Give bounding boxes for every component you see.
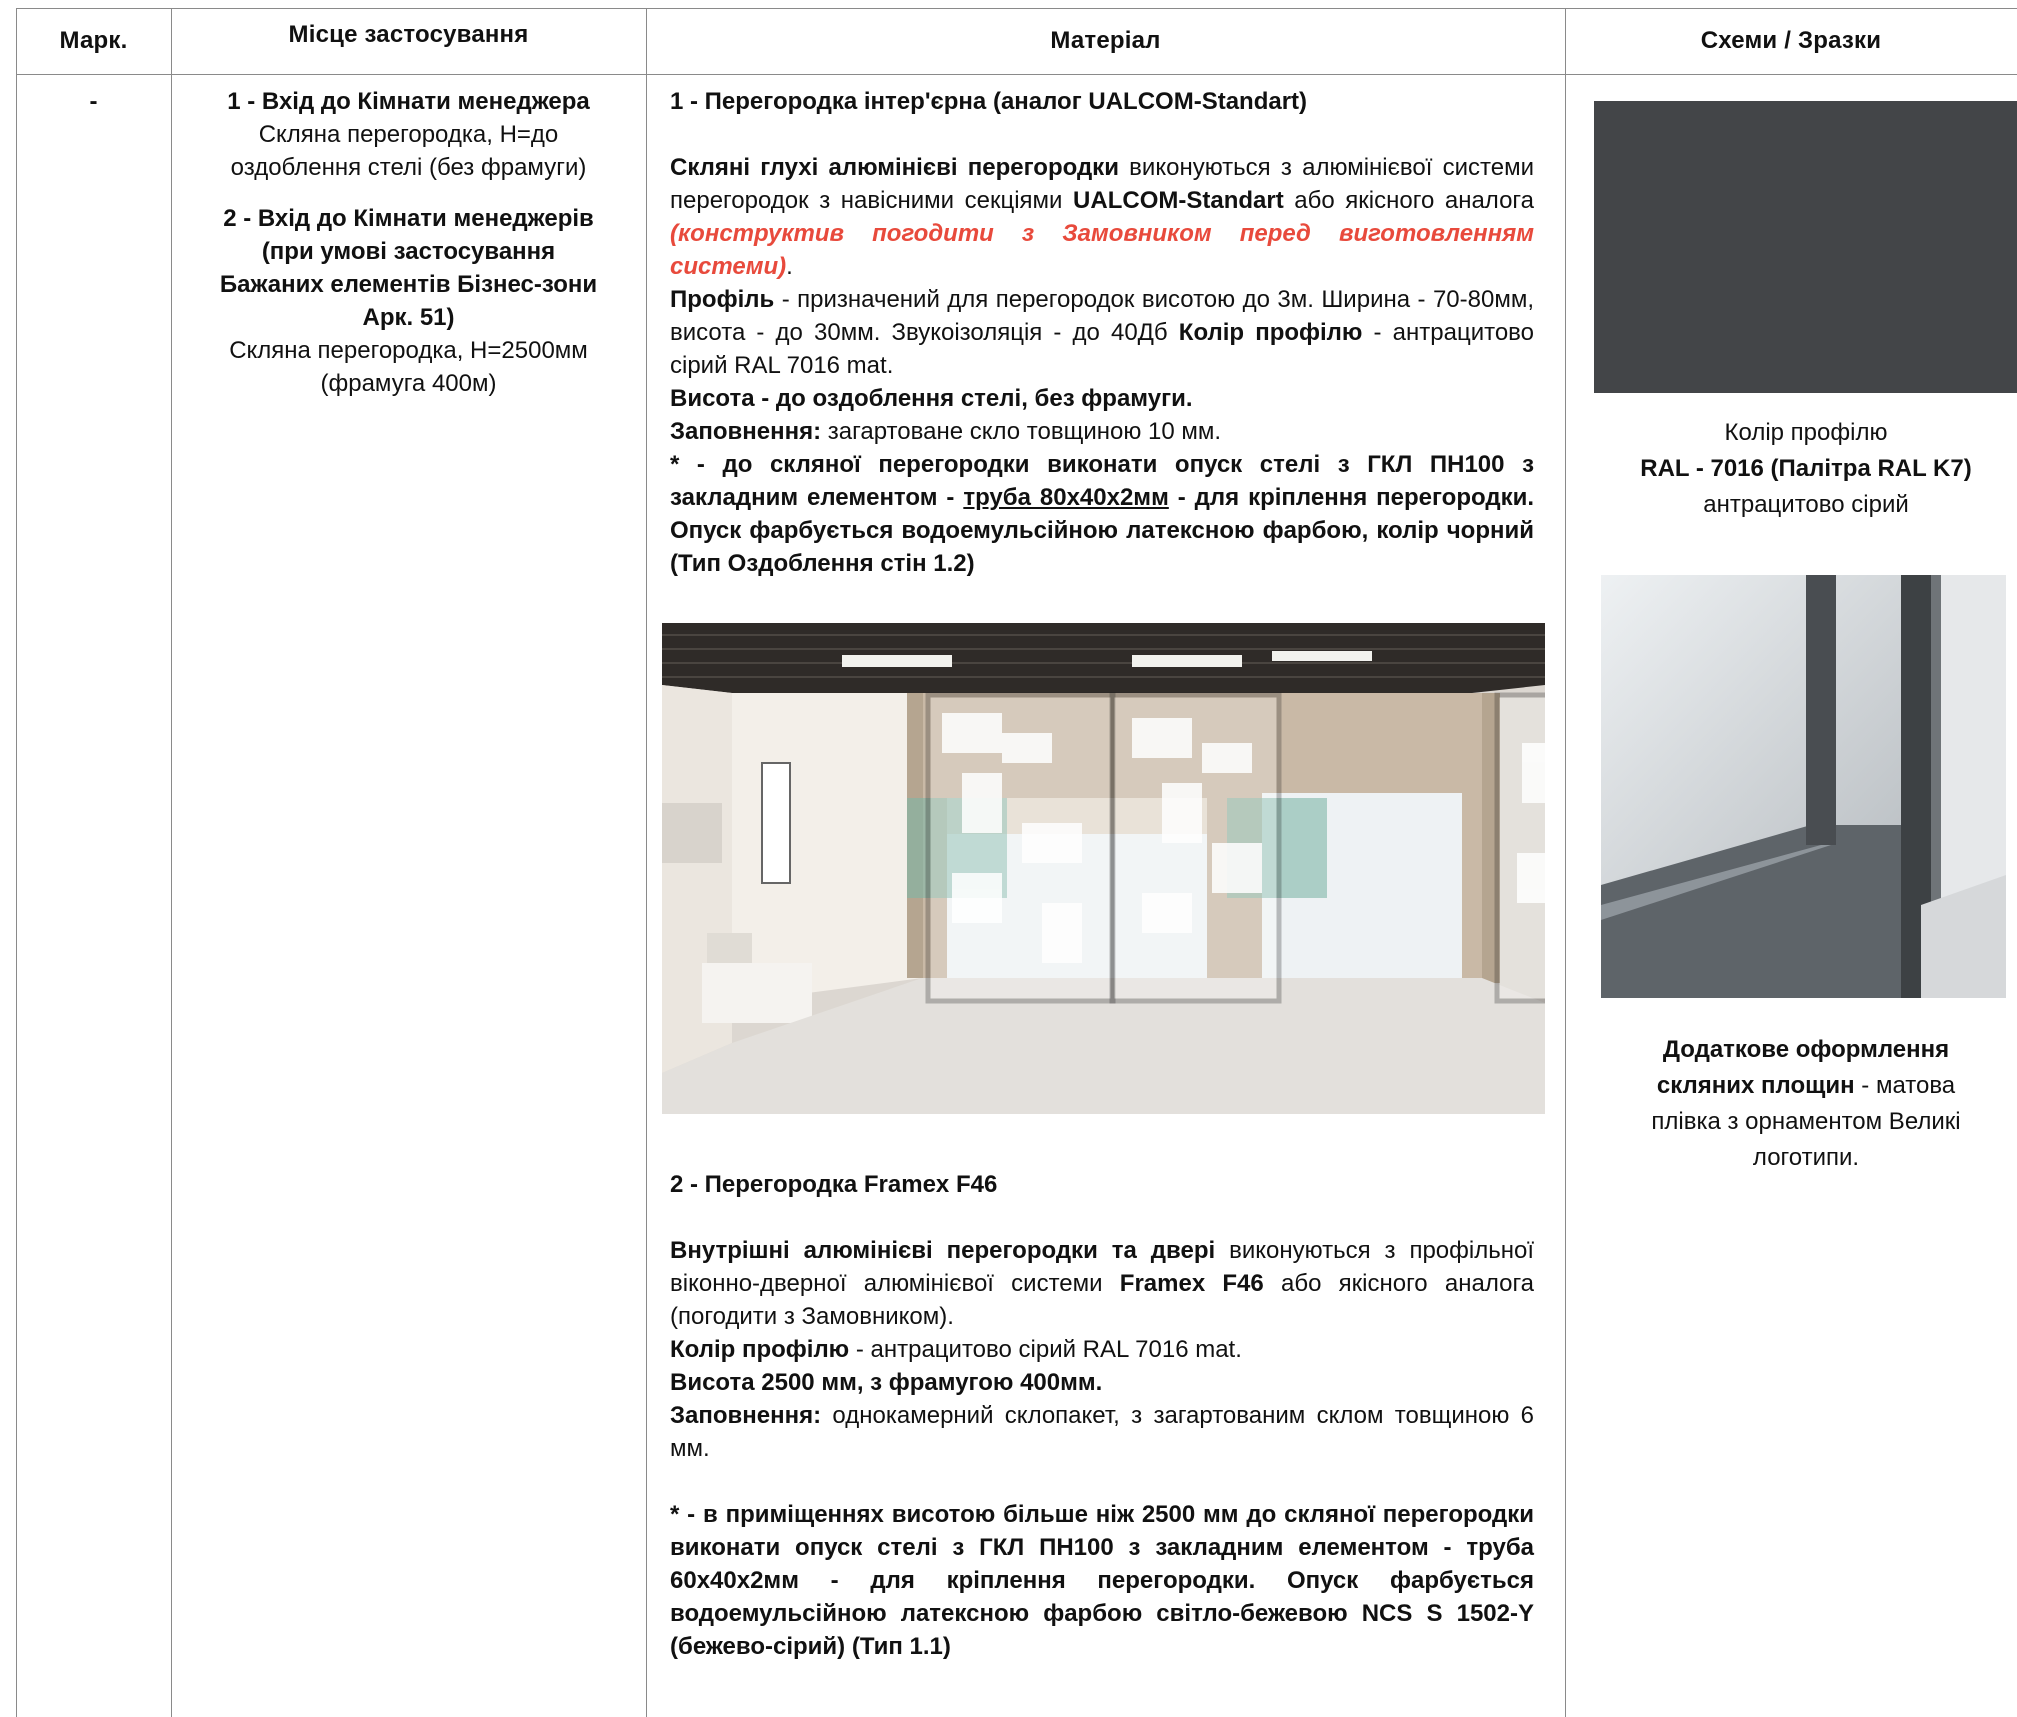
material-1-bold: Скляні глухі алюмінієві перегородки <box>670 154 1119 181</box>
col-divider-3 <box>1565 8 1566 1717</box>
material-1-profile: Профіль - призначений для перегородок ви… <box>670 283 1534 382</box>
ornament-caption-l2-bold: скляних площин <box>1656 1072 1855 1099</box>
material-section-2: 2 - Перегородка Framex F46 Внутрішні алю… <box>670 1168 1534 1663</box>
glass-profile-closeup-image <box>1601 575 2006 998</box>
material-1-paragraph: Скляні глухі алюмінієві перегородки вико… <box>670 151 1534 283</box>
swatch-caption-l1: Колір профілю <box>1724 419 1888 446</box>
material-2-system: Framex F46 <box>1119 1270 1264 1297</box>
material-2-note: * - в приміщеннях висотою більше ніж 250… <box>670 1501 1534 1660</box>
col-divider-2 <box>646 8 647 1717</box>
header-place: Місце застосування <box>288 21 529 48</box>
ornament-caption: Додаткове оформлення скляних площин - ма… <box>1580 1032 2017 1176</box>
header-samples: Схеми / Зразки <box>1700 27 1882 54</box>
material-2-paragraph: Внутрішні алюмінієві перегородки та двер… <box>670 1234 1534 1333</box>
place-item-1-title: 1 - Вхід до Кімнати менеджера <box>227 88 590 115</box>
header-bottom-border <box>16 74 2017 75</box>
material-1-text2: або якісного аналога <box>1283 187 1535 214</box>
spec-table: Марк. Місце застосування Матеріал Схеми … <box>0 0 2017 1717</box>
place-item-1-line1: Скляна перегородка, Н=до <box>258 121 559 148</box>
material-2-filling-label: Заповнення: <box>670 1402 822 1429</box>
material-2-color-text: - антрацитово сірий RAL 7016 mat. <box>849 1336 1242 1363</box>
swatch-caption-l2: RAL - 7016 (Палітра RAL K7) <box>1640 455 1972 482</box>
material-1-filling-label: Заповнення: <box>670 418 822 445</box>
material-2-height: Висота 2500 мм, з фрамугою 400мм. <box>670 1369 1103 1396</box>
material-2-title: 2 - Перегородка Framex F46 <box>670 1171 998 1198</box>
material-1-system: UALCOM-Standart <box>1073 187 1284 214</box>
material-1-end: . <box>786 253 793 280</box>
ornament-caption-l2-text: - матова <box>1854 1072 1956 1099</box>
material-1-note: * - до скляної перегородки виконати опус… <box>670 448 1534 580</box>
ral-7016-color-swatch <box>1594 101 2017 393</box>
material-1-note-red: (конструктив погодити з Замовником перед… <box>670 220 1534 280</box>
place-item-2-title-l3: Бажаних елементів Бізнес-зони <box>219 271 598 298</box>
material-1-profile-label: Профіль <box>670 286 775 313</box>
place-item-2-title-l1: 2 - Вхід до Кімнати менеджерів <box>223 205 594 232</box>
ornament-caption-l4: логотипи. <box>1752 1144 1860 1171</box>
material-section-1: 1 - Перегородка інтер'єрна (аналог UALCO… <box>670 85 1534 580</box>
material-1-title: 1 - Перегородка інтер'єрна (аналог UALCO… <box>670 88 1308 115</box>
mark-value: - <box>89 88 98 115</box>
ornament-caption-l3: плівка з орнаментом Великі <box>1651 1108 1961 1135</box>
material-1-note-pipe: труба 80х40х2мм <box>963 484 1169 511</box>
place-item-2-line2: (фрамуга 400м) <box>320 370 497 397</box>
place-item-2-title-l2: (при умові застосування <box>261 238 556 265</box>
material-2-color-label: Колір профілю <box>670 1336 850 1363</box>
material-2-color: Колір профілю - антрацитово сірий RAL 70… <box>670 1333 1534 1366</box>
swatch-caption: Колір профілю RAL - 7016 (Палітра RAL K7… <box>1580 415 2017 523</box>
ornament-caption-l2: скляних площин - матова <box>1580 1068 2017 1104</box>
interior-render-image <box>662 623 1545 1114</box>
material-2-bold: Внутрішні алюмінієві перегородки та двер… <box>670 1237 1216 1264</box>
place-item-2-line1: Скляна перегородка, Н=2500мм <box>229 337 588 364</box>
material-1-filling-text: загартоване скло товщиною 10 мм. <box>821 418 1222 445</box>
place-item-2-title-l4: Арк. 51) <box>362 304 455 331</box>
header-material: Матеріал <box>1050 27 1161 54</box>
header-mark: Марк. <box>59 27 128 54</box>
material-2-filling: Заповнення: однокамерний склопакет, з за… <box>670 1399 1534 1465</box>
place-cell: 1 - Вхід до Кімнати менеджера Скляна пер… <box>171 85 646 400</box>
material-1-color-label: Колір профілю <box>1178 319 1363 346</box>
table-left-border <box>16 8 17 1717</box>
material-1-height: Висота - до оздоблення стелі, без фрамуг… <box>670 385 1193 412</box>
place-item-1-line2: оздоблення стелі (без фрамуги) <box>230 154 587 181</box>
swatch-caption-l3: антрацитово сірий <box>1703 491 1909 518</box>
ornament-caption-l1: Додаткове оформлення <box>1662 1036 1950 1063</box>
material-1-filling: Заповнення: загартоване скло товщиною 10… <box>670 415 1534 448</box>
